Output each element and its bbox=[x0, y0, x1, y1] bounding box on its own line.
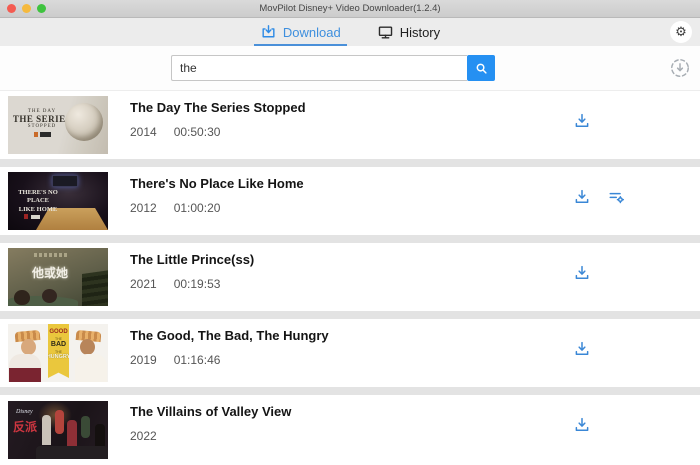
video-thumbnail: Disney 反派 bbox=[8, 401, 108, 459]
person-art bbox=[21, 339, 36, 355]
search-input[interactable] bbox=[171, 55, 467, 81]
video-title: The Good, The Bad, The Hungry bbox=[130, 328, 329, 343]
video-info: The Little Prince(ss) 2021 00:19:53 bbox=[130, 243, 254, 311]
person-art bbox=[42, 415, 51, 445]
thumb-logo-marks bbox=[24, 214, 28, 219]
thumb-logo-marks bbox=[31, 215, 40, 219]
video-row[interactable]: Disney 反派 The Villains of Valley View 20… bbox=[0, 395, 700, 465]
download-icon[interactable] bbox=[573, 416, 591, 434]
seat-art bbox=[82, 270, 108, 306]
thumb-text: Disney bbox=[16, 409, 33, 415]
row-actions bbox=[573, 416, 591, 434]
row-actions bbox=[573, 340, 591, 358]
video-info: There's No Place Like Home 2012 01:00:20 bbox=[130, 167, 304, 235]
thumb-text: GOOD bbox=[49, 329, 67, 337]
video-year: 2014 bbox=[130, 125, 157, 139]
video-list: THE DAY THE SERIES STOPPED The Day The S… bbox=[0, 90, 700, 465]
video-meta: 2022 bbox=[130, 429, 291, 443]
tab-download-label: Download bbox=[283, 25, 341, 40]
video-info: The Day The Series Stopped 2014 00:50:30 bbox=[130, 91, 306, 159]
person-art bbox=[9, 368, 41, 382]
download-icon[interactable] bbox=[573, 112, 591, 130]
video-title: The Villains of Valley View bbox=[130, 404, 291, 419]
thumb-logo-marks bbox=[11, 132, 73, 137]
thumb-text: BAD bbox=[51, 341, 66, 350]
history-monitor-icon bbox=[377, 24, 394, 41]
thumb-text: HUNGRY bbox=[47, 354, 71, 361]
app-window: MovPilot Disney+ Video Downloader(1.2.4)… bbox=[0, 0, 700, 465]
zoom-button[interactable] bbox=[37, 4, 46, 13]
batch-download-icon bbox=[669, 57, 691, 79]
couch-art bbox=[36, 446, 108, 459]
baseball-art bbox=[65, 103, 103, 141]
person-art bbox=[55, 410, 64, 434]
tab-history-label: History bbox=[400, 25, 440, 40]
jumbotron-art bbox=[52, 175, 78, 187]
video-thumbnail: THERE'S NO PLACE LIKE HOME bbox=[8, 172, 108, 230]
search-button[interactable] bbox=[467, 55, 495, 81]
video-row[interactable]: 他或她 The Little Prince(ss) 2021 00:19:53 bbox=[0, 243, 700, 311]
row-actions bbox=[573, 188, 627, 206]
thumb-text: 反派 bbox=[13, 418, 37, 435]
row-actions bbox=[573, 112, 591, 130]
video-meta: 2019 01:16:46 bbox=[130, 353, 329, 367]
person-art bbox=[75, 354, 107, 382]
video-year: 2021 bbox=[130, 277, 157, 291]
download-tab-icon bbox=[260, 24, 277, 41]
video-duration: 00:50:30 bbox=[174, 125, 221, 139]
close-button[interactable] bbox=[7, 4, 16, 13]
person-art bbox=[80, 339, 95, 355]
video-year: 2019 bbox=[130, 353, 157, 367]
thumb-text: LIKE HOME bbox=[11, 206, 65, 214]
video-meta: 2021 00:19:53 bbox=[130, 277, 254, 291]
thumb-logo-marks bbox=[34, 253, 68, 257]
person-art bbox=[42, 289, 57, 303]
person-art bbox=[81, 416, 90, 438]
download-icon[interactable] bbox=[573, 264, 591, 282]
video-duration: 00:19:53 bbox=[174, 277, 221, 291]
thumbnail-art: THE DAY THE SERIES STOPPED bbox=[11, 109, 73, 137]
video-thumbnail: THE DAY THE SERIES STOPPED bbox=[8, 96, 108, 154]
batch-download-button[interactable] bbox=[669, 57, 691, 79]
thumb-text: THE SERIES bbox=[11, 114, 73, 124]
traffic-lights bbox=[7, 4, 46, 13]
video-title: The Little Prince(ss) bbox=[130, 252, 254, 267]
search-section bbox=[0, 46, 700, 90]
thumb-text: STOPPED bbox=[11, 124, 73, 129]
download-icon[interactable] bbox=[573, 188, 591, 206]
download-icon[interactable] bbox=[573, 340, 591, 358]
banner-art: GOOD THE BAD THE HUNGRY bbox=[48, 324, 69, 378]
video-meta: 2014 00:50:30 bbox=[130, 125, 306, 139]
video-title: The Day The Series Stopped bbox=[130, 100, 306, 115]
video-thumbnail: 他或她 bbox=[8, 248, 108, 306]
window-title: MovPilot Disney+ Video Downloader(1.2.4) bbox=[0, 3, 700, 14]
video-title: There's No Place Like Home bbox=[130, 176, 304, 191]
settings-gear-icon[interactable]: ⚙ bbox=[670, 21, 692, 43]
search-box bbox=[171, 55, 495, 81]
video-duration: 01:16:46 bbox=[174, 353, 221, 367]
tab-history[interactable]: History bbox=[374, 18, 443, 46]
video-row[interactable]: GOOD THE BAD THE HUNGRY The Good, The Ba… bbox=[0, 319, 700, 387]
video-year: 2022 bbox=[130, 429, 157, 443]
video-thumbnail: GOOD THE BAD THE HUNGRY bbox=[8, 324, 108, 382]
video-meta: 2012 01:00:20 bbox=[130, 201, 304, 215]
video-duration: 01:00:20 bbox=[174, 201, 221, 215]
queue-settings-icon[interactable] bbox=[607, 188, 627, 206]
thumb-text: THERE'S NO PLACE bbox=[11, 189, 65, 206]
row-actions bbox=[573, 264, 591, 282]
video-row[interactable]: THE DAY THE SERIES STOPPED The Day The S… bbox=[0, 91, 700, 159]
video-row[interactable]: THERE'S NO PLACE LIKE HOME There's No Pl… bbox=[0, 167, 700, 235]
thumbnail-art: THERE'S NO PLACE LIKE HOME bbox=[11, 189, 65, 214]
search-icon bbox=[474, 61, 489, 76]
video-year: 2012 bbox=[130, 201, 157, 215]
minimize-button[interactable] bbox=[22, 4, 31, 13]
video-info: The Good, The Bad, The Hungry 2019 01:16… bbox=[130, 319, 329, 387]
video-info: The Villains of Valley View 2022 bbox=[130, 395, 291, 465]
tab-download[interactable]: Download bbox=[257, 18, 344, 46]
toolbar: Download History ⚙ bbox=[0, 18, 700, 46]
person-art bbox=[14, 290, 30, 305]
titlebar: MovPilot Disney+ Video Downloader(1.2.4) bbox=[0, 0, 700, 18]
thumb-text: 他或她 bbox=[8, 264, 92, 281]
